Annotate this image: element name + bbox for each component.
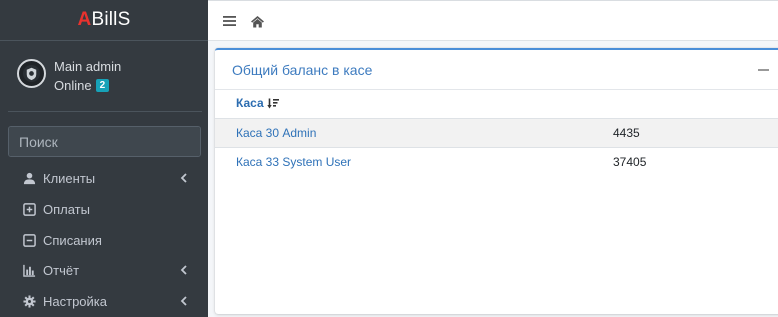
brand-name: ABillS bbox=[77, 9, 131, 30]
column-header-cash[interactable]: Каса bbox=[236, 96, 279, 110]
card-header: Общий баланс в касе bbox=[215, 50, 778, 90]
top-navbar bbox=[208, 0, 778, 41]
admin-avatar-icon[interactable] bbox=[17, 59, 46, 88]
sidebar-search bbox=[8, 126, 201, 157]
brand-logo[interactable]: ABillS bbox=[0, 0, 208, 41]
sidebar-item-report[interactable]: Отчёт bbox=[8, 256, 201, 284]
cash-link[interactable]: Каса 30 Admin bbox=[236, 126, 316, 140]
cash-balance: 37405 bbox=[613, 155, 647, 169]
plus-square-icon bbox=[22, 202, 36, 216]
sidebar-item-payments[interactable]: Оплаты bbox=[8, 195, 201, 223]
user-name[interactable]: Main admin bbox=[54, 59, 121, 74]
chevron-left-icon bbox=[180, 265, 187, 275]
cash-balance-card: Общий баланс в касе Каса Каса 30 Admin 4… bbox=[215, 48, 778, 314]
hamburger-icon[interactable] bbox=[221, 13, 237, 29]
sidebar-item-settings[interactable]: Настройка bbox=[8, 287, 201, 315]
sidebar-item-label: Клиенты bbox=[43, 170, 96, 186]
sidebar-item-charges[interactable]: Списания bbox=[8, 226, 201, 254]
search-input[interactable] bbox=[9, 127, 200, 156]
sidebar-item-label: Оплаты bbox=[43, 201, 90, 217]
sidebar-item-label: Настройка bbox=[43, 293, 107, 309]
gear-icon bbox=[22, 294, 36, 308]
column-header-label: Каса bbox=[236, 96, 264, 110]
user-icon bbox=[22, 171, 36, 185]
chevron-left-icon bbox=[180, 173, 187, 183]
sidebar: ABillS Main admin Online 2 Клиенты Оплат… bbox=[0, 0, 208, 317]
home-icon[interactable] bbox=[249, 13, 265, 29]
search-button[interactable] bbox=[200, 127, 201, 156]
card-title: Общий баланс в касе bbox=[232, 62, 373, 78]
sidebar-item-label: Списания bbox=[43, 232, 102, 248]
cash-balance: 4435 bbox=[613, 126, 640, 140]
sidebar-item-clients[interactable]: Клиенты bbox=[8, 164, 201, 192]
cash-link[interactable]: Каса 33 System User bbox=[236, 155, 351, 169]
status-text: Online bbox=[54, 78, 92, 93]
minus-square-icon bbox=[22, 233, 36, 247]
sidebar-item-label: Отчёт bbox=[43, 262, 80, 278]
chevron-left-icon bbox=[180, 296, 187, 306]
table-row: Каса 30 Admin 4435 bbox=[215, 118, 778, 147]
user-panel: Main admin Online 2 bbox=[8, 42, 202, 112]
collapse-icon[interactable] bbox=[758, 69, 769, 71]
bar-chart-icon bbox=[22, 263, 36, 277]
sort-amount-down-icon bbox=[266, 98, 279, 108]
table-row: Каса 33 System User 37405 bbox=[215, 147, 778, 176]
user-status: Online 2 bbox=[54, 78, 110, 93]
status-badge: 2 bbox=[95, 79, 110, 92]
